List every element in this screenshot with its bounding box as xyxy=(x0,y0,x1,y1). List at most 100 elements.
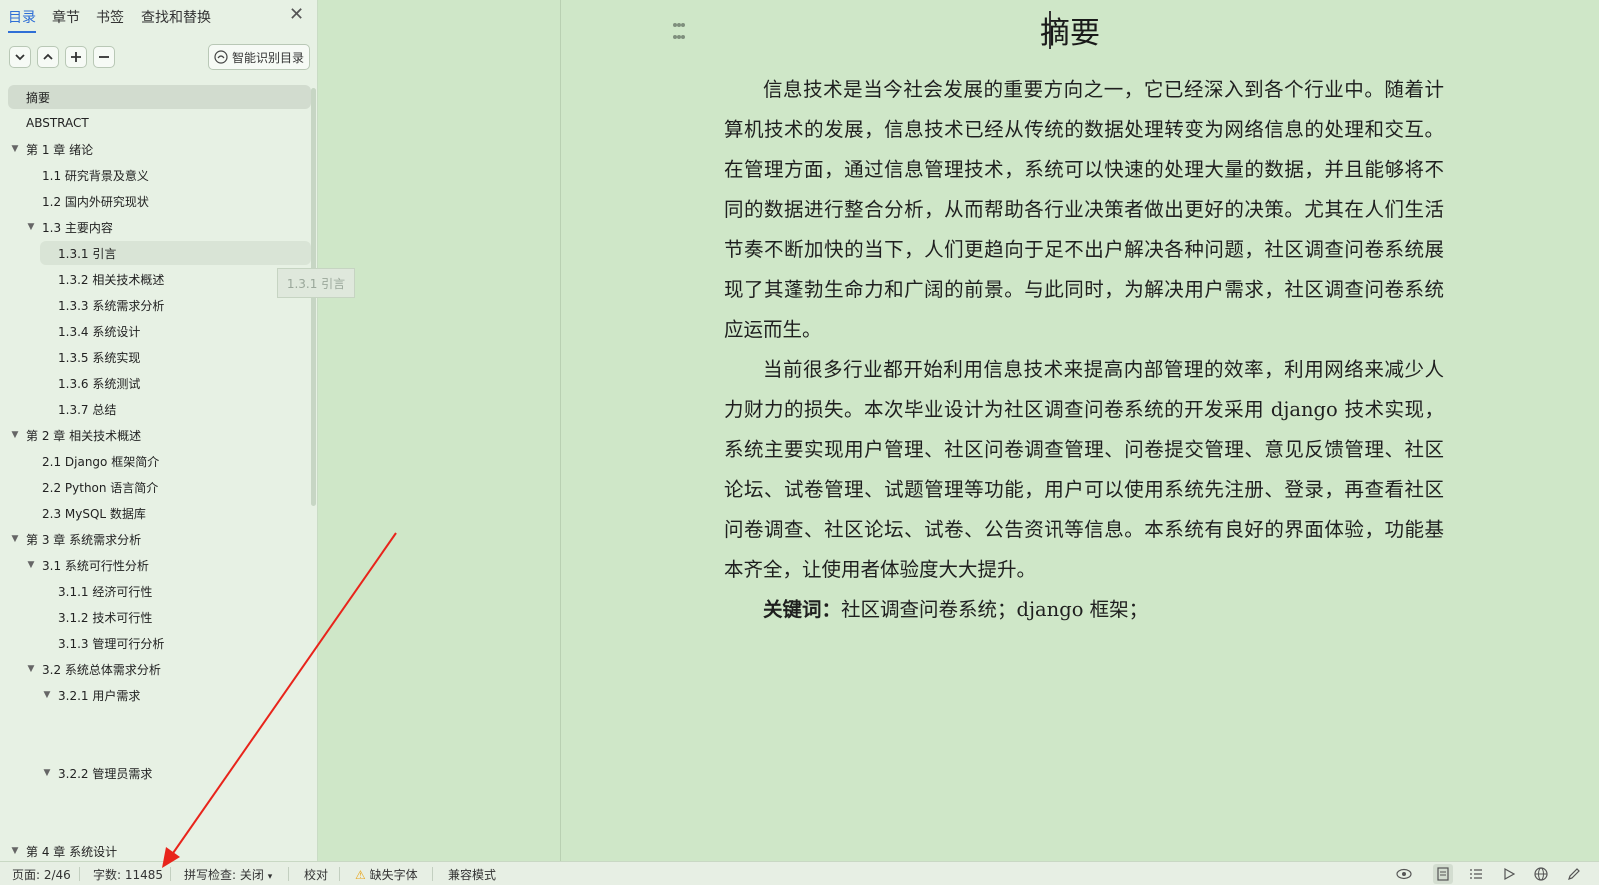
toc-item-label: 3.2 系统总体需求分析 xyxy=(42,662,161,677)
pen-icon[interactable] xyxy=(1564,864,1584,884)
caret-down-icon[interactable]: ▼ xyxy=(24,664,38,674)
chevron-up-icon xyxy=(43,53,53,60)
toc-item[interactable]: 1.3.3 系统需求分析 xyxy=(8,293,311,317)
chevron-down-icon xyxy=(15,54,25,61)
plus-icon xyxy=(71,52,81,62)
toc-item-label: 第 4 章 系统设计 xyxy=(26,844,118,859)
toc-item-label: 2.2 Python 语言简介 xyxy=(42,480,159,495)
compat-mode-label[interactable]: 兼容模式 xyxy=(448,866,496,883)
tab-chapters[interactable]: 章节 xyxy=(52,7,80,27)
collapse-up-button[interactable] xyxy=(37,46,59,68)
spell-check-label: 拼写检查: 关闭 xyxy=(184,868,264,882)
toc-item[interactable]: 1.3.4 系统设计 xyxy=(8,319,311,343)
toc-item[interactable]: ABSTRACT xyxy=(8,111,311,135)
toc-item-label: 1.3.2 相关技术概述 xyxy=(58,272,165,287)
toc-item[interactable]: ▼ 3.2.2 管理员需求 xyxy=(8,761,311,785)
page-indicator[interactable]: 页面: 2/46 xyxy=(12,866,71,883)
keywords-value: 社区调查问卷系统；django 框架； xyxy=(841,598,1149,621)
tab-bookmarks[interactable]: 书签 xyxy=(96,7,124,27)
toc-item[interactable]: ▼ 第 3 章 系统需求分析 xyxy=(8,527,311,551)
toc-item[interactable]: 1.3.1 引言 xyxy=(40,241,311,265)
toc-panel: 目录 章节 书签 查找和替换 ✕ 智能识别目录 摘要 ABSTRACT ▼ 第 1 章… xyxy=(0,0,318,861)
drag-handle-icon[interactable] xyxy=(672,21,686,41)
toc-item[interactable]: 2.2 Python 语言简介 xyxy=(8,475,311,499)
toc-item-label: 3.1 系统可行性分析 xyxy=(42,558,149,573)
remove-heading-button[interactable] xyxy=(93,46,115,68)
toc-item-label: 1.3.4 系统设计 xyxy=(58,324,141,339)
toc-hover-tooltip: 1.3.1 引言 xyxy=(277,268,355,298)
toc-item-label: 1.3 主要内容 xyxy=(42,220,113,235)
abstract-paragraph-2[interactable]: 当前很多行业都开始利用信息技术来提高内部管理的效率，利用网络来减少人力财力的损失… xyxy=(724,350,1444,590)
toc-item[interactable]: 2.1 Django 框架简介 xyxy=(8,449,311,473)
toc-item[interactable]: 3.1.3 管理可行分析 xyxy=(8,631,311,655)
add-heading-button[interactable] xyxy=(65,46,87,68)
toc-item[interactable]: 3.1.2 技术可行性 xyxy=(8,605,311,629)
smart-recognize-icon xyxy=(214,50,228,64)
word-count[interactable]: 字数: 11485 xyxy=(93,866,163,883)
caret-down-icon[interactable]: ▼ xyxy=(8,144,22,154)
toc-item-label: 1.3.7 总结 xyxy=(58,402,117,417)
document-heading[interactable]: 摘要 xyxy=(1040,8,1170,52)
toc-item-label: 第 2 章 相关技术概述 xyxy=(26,428,142,443)
toc-item-label: 3.1.1 经济可行性 xyxy=(58,584,153,599)
toc-item[interactable]: ▼ 第 4 章 系统设计 xyxy=(8,839,311,863)
smart-toc-button[interactable]: 智能识别目录 xyxy=(208,44,310,70)
warning-icon: ⚠ xyxy=(355,868,366,882)
spell-check-toggle[interactable]: 拼写检查: 关闭 ▾ xyxy=(184,866,272,883)
toc-item-label: 1.3.1 引言 xyxy=(58,246,117,261)
caret-down-icon[interactable]: ▼ xyxy=(40,768,54,778)
toc-item[interactable]: 1.3.7 总结 xyxy=(8,397,311,421)
page-margin-line xyxy=(560,0,561,861)
toc-item[interactable]: 1.3.5 系统实现 xyxy=(8,345,311,369)
toc-item[interactable]: ▼ 3.1 系统可行性分析 xyxy=(8,553,311,577)
tab-toc[interactable]: 目录 xyxy=(8,7,36,33)
page-view-icon[interactable] xyxy=(1433,864,1453,884)
chevron-down-icon: ▾ xyxy=(267,872,273,882)
toc-item[interactable]: 1.3.2 相关技术概述 xyxy=(8,267,311,291)
toc-item-label: 1.3.5 系统实现 xyxy=(58,350,141,365)
tab-find-replace[interactable]: 查找和替换 xyxy=(141,7,211,27)
toc-item[interactable]: 2.3 MySQL 数据库 xyxy=(8,501,311,525)
outline-view-icon[interactable] xyxy=(1466,864,1486,884)
abstract-paragraph-1[interactable]: 信息技术是当今社会发展的重要方向之一，它已经深入到各个行业中。随着计算机技术的发… xyxy=(724,70,1444,350)
toc-item[interactable]: ▼ 1.3 主要内容 xyxy=(8,215,311,239)
toc-item[interactable]: ▼ 第 1 章 绪论 xyxy=(8,137,311,161)
toc-item[interactable]: ▼ 3.2 系统总体需求分析 xyxy=(8,657,311,681)
smart-toc-label: 智能识别目录 xyxy=(231,50,304,65)
expand-down-button[interactable] xyxy=(9,46,31,68)
eye-icon[interactable] xyxy=(1394,864,1414,884)
missing-font-label: 缺失字体 xyxy=(369,868,418,882)
toc-item-label: 1.1 研究背景及意义 xyxy=(42,168,149,183)
keywords-line[interactable]: 关键词：社区调查问卷系统；django 框架； xyxy=(724,590,1444,630)
toc-item[interactable]: 1.1 研究背景及意义 xyxy=(8,163,311,187)
toc-item[interactable]: ▼ 3.2.1 用户需求 xyxy=(8,683,311,707)
caret-down-icon[interactable]: ▼ xyxy=(40,690,54,700)
toc-item-label: 3.1.3 管理可行分析 xyxy=(58,636,165,651)
proofread-button[interactable]: 校对 xyxy=(304,866,328,883)
toc-item-label: 3.2.2 管理员需求 xyxy=(58,766,153,781)
toc-item-label: 2.1 Django 框架简介 xyxy=(42,454,160,469)
globe-icon[interactable] xyxy=(1531,864,1551,884)
toc-item[interactable]: 3.1.1 经济可行性 xyxy=(8,579,311,603)
caret-down-icon[interactable]: ▼ xyxy=(24,560,38,570)
document-body[interactable]: 信息技术是当今社会发展的重要方向之一，它已经深入到各个行业中。随着计算机技术的发… xyxy=(724,70,1444,630)
toc-item[interactable]: ▼ 第 2 章 相关技术概述 xyxy=(8,423,311,447)
play-icon[interactable] xyxy=(1499,864,1519,884)
toc-item-label: ABSTRACT xyxy=(26,116,89,130)
toc-item[interactable]: 1.3.6 系统测试 xyxy=(8,371,311,395)
toc-item-label: 第 1 章 绪论 xyxy=(26,142,94,157)
close-icon[interactable]: ✕ xyxy=(289,4,304,25)
panel-tabs: 目录 章节 书签 查找和替换 ✕ xyxy=(0,0,318,34)
missing-font-button[interactable]: ⚠ 缺失字体 xyxy=(355,866,418,883)
keywords-label: 关键词： xyxy=(763,598,842,621)
toc-item-label: 第 3 章 系统需求分析 xyxy=(26,532,142,547)
toc-toolbar: 智能识别目录 xyxy=(0,44,318,72)
toc-item-label: 摘要 xyxy=(26,90,51,105)
status-bar: 页面: 2/46 字数: 11485 拼写检查: 关闭 ▾ 校对 ⚠ 缺失字体 … xyxy=(0,861,1599,885)
caret-down-icon[interactable]: ▼ xyxy=(8,430,22,440)
toc-item[interactable]: 摘要 xyxy=(8,85,311,109)
toc-item[interactable]: 1.2 国内外研究现状 xyxy=(8,189,311,213)
caret-down-icon[interactable]: ▼ xyxy=(8,534,22,544)
caret-down-icon[interactable]: ▼ xyxy=(24,222,38,232)
caret-down-icon[interactable]: ▼ xyxy=(8,846,22,856)
